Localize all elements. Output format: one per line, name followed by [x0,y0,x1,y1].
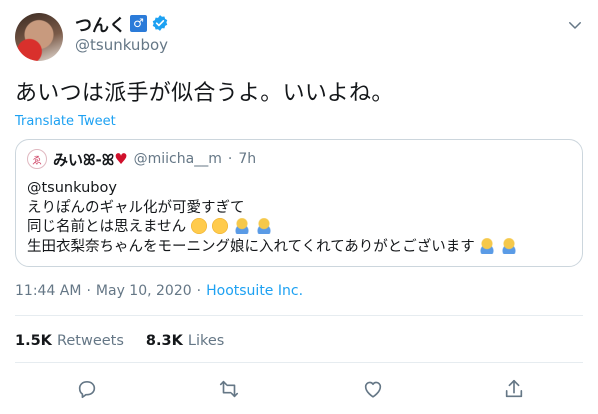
sun-face-icon [190,218,207,234]
likes-stat[interactable]: 8.3K Likes [146,333,224,349]
quoted-header: みいꕤ-ꕤ ♥ @miicha__m · 7h [53,150,257,169]
quoted-line-text: 生田衣梨奈ちゃんをモーニング娘に入れてくれてありがとございます [27,238,475,255]
reply-button[interactable] [76,378,98,400]
retweet-icon [219,380,239,398]
avatar[interactable] [15,13,63,61]
quoted-line: えりぽんのギャル化が可愛すぎて [27,199,245,216]
author-block: つんく ♂ @tsunkuboy [75,12,169,54]
tweet-time[interactable]: 11:44 AM [15,283,81,299]
quoted-avatar: ゑ [27,149,47,169]
chevron-down-icon[interactable] [566,16,584,34]
separator-dot: · [227,151,233,167]
retweet-button[interactable] [218,378,240,400]
like-icon [364,381,382,398]
likes-count: 8.3K [145,333,183,349]
quoted-line-text: 同じ名前とは思えません [27,219,187,235]
quoted-tweet-body: @tsunkuboy えりぽんのギャル化が可愛すぎて 同じ名前とは思えません 生… [27,179,518,257]
retweets-count: 1.5K [15,333,52,349]
quoted-tweet-card[interactable]: ゑ みいꕤ-ꕤ ♥ @miicha__m · 7h @tsunkuboy えりぽ… [15,139,583,267]
author-name[interactable]: つんく [75,11,126,36]
retweets-stat[interactable]: 1.5K Retweets [15,333,124,349]
heart-icon: ♥ [114,150,128,168]
tweet-stats: 1.5K Retweets 8.3K Likes [15,333,224,349]
quoted-timestamp: 7h [238,151,257,167]
share-button[interactable] [503,378,525,400]
bowing-person-icon [233,218,250,234]
quoted-line: 生田衣梨奈ちゃんをモーニング娘に入れてくれてありがとございます [27,237,518,258]
translate-tweet-link[interactable]: Translate Tweet [15,114,116,129]
bowing-person-icon [255,218,272,234]
tweet-source-link[interactable]: Hootsuite Inc. [206,283,303,299]
divider [15,362,583,363]
share-icon [505,379,523,398]
author-handle[interactable]: @tsunkuboy [75,36,169,54]
tweet-text: あいつは派手が似合うよ。いいよね。 [15,81,394,106]
mention-link[interactable]: @tsunkuboy [27,180,117,196]
verified-badge-icon [152,15,168,31]
author-name-row: つんく ♂ [75,11,169,36]
tweet-meta: 11:44 AM · May 10, 2020 · Hootsuite Inc. [15,283,303,299]
action-bar [0,378,598,402]
tweet-date[interactable]: May 10, 2020 [96,283,192,299]
divider [15,315,583,316]
quoted-author-name: みいꕤ-ꕤ [53,150,115,169]
sun-face-icon [212,218,229,234]
retweets-label: Retweets [56,333,124,349]
like-button[interactable] [362,378,384,400]
bowing-person-icon [500,237,517,254]
separator-dot: · [86,283,91,299]
separator-dot: · [196,283,202,299]
quoted-line: 同じ名前とは思えません [27,218,518,238]
quoted-line: @tsunkuboy [27,179,518,199]
reply-icon [78,381,96,399]
likes-label: Likes [187,333,225,349]
quoted-author-handle: @miicha__m [133,151,222,167]
bowing-person-icon [479,237,496,254]
male-sign-icon: ♂ [130,14,147,32]
